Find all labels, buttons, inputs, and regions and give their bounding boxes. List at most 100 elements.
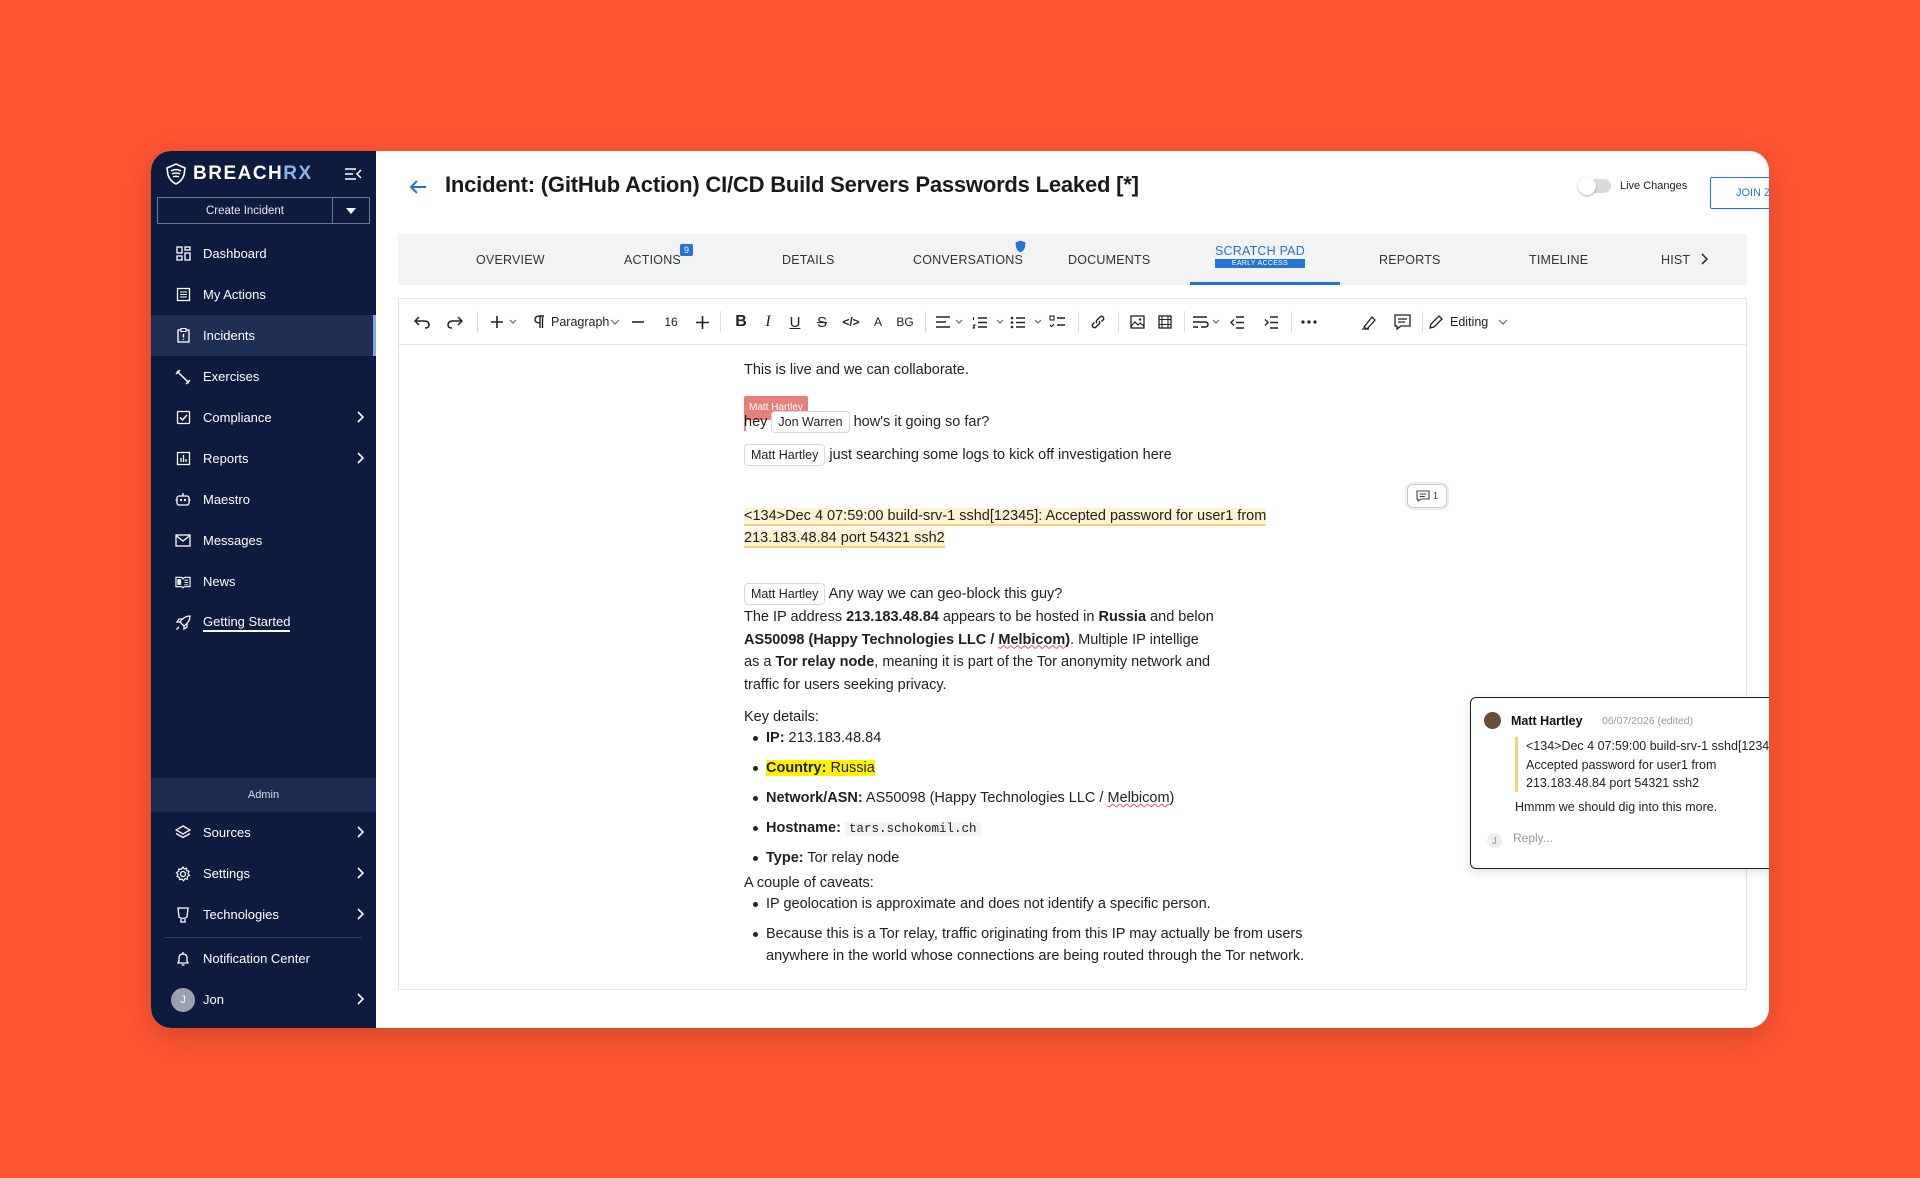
nav-getting-started[interactable]: Getting Started	[151, 602, 376, 643]
text-color-button[interactable]: A	[870, 311, 886, 333]
numbered-list-button[interactable]	[971, 311, 1007, 333]
caret-down-icon	[346, 207, 356, 214]
chevron-down-icon[interactable]	[607, 311, 623, 333]
tab-scroll-right-icon[interactable]	[1699, 253, 1709, 265]
toolbar-separator	[1078, 311, 1079, 333]
wrap-text-button[interactable]	[1190, 311, 1224, 333]
page-header: Incident: (GitHub Action) CI/CD Build Se…	[376, 151, 1769, 231]
comment-count: 1	[1432, 490, 1439, 502]
details-list: IP: 213.183.48.84 Country: Russia Networ…	[744, 723, 1344, 873]
more-horizontal-icon[interactable]	[1298, 311, 1320, 333]
nav-incidents[interactable]: Incidents	[151, 315, 376, 356]
quote-bar	[1515, 737, 1518, 792]
nav-notification-center[interactable]: Notification Center	[151, 938, 376, 979]
nav-technologies[interactable]: Technologies	[151, 894, 376, 935]
tab-history[interactable]: HIST	[1661, 253, 1690, 267]
undo-icon[interactable]	[411, 311, 433, 333]
media-icon[interactable]	[1154, 311, 1176, 333]
editing-mode-select[interactable]: Editing	[1450, 311, 1498, 333]
tab-bar: OVERVIEW ACTIONS 9 DETAILS CONVERSATIONS…	[398, 234, 1747, 285]
collapse-menu-icon[interactable]	[344, 166, 362, 182]
nav-user-profile[interactable]: J Jon	[151, 979, 376, 1020]
bulleted-list-button[interactable]	[1009, 311, 1045, 333]
create-incident-dropdown[interactable]	[333, 198, 369, 223]
list-item: IP: 213.183.48.84	[744, 723, 1344, 753]
text-span: appears to be hosted in	[938, 609, 1099, 625]
font-size-value[interactable]: 16	[661, 311, 681, 333]
comment-icon[interactable]	[1391, 311, 1413, 333]
tab-reports[interactable]: REPORTS	[1379, 253, 1441, 267]
text-span: 213.183.48.84	[846, 609, 939, 625]
chevron-right-icon	[357, 452, 365, 464]
user-mention[interactable]: Matt Hartley	[744, 583, 826, 605]
tab-scratch-pad[interactable]: SCRATCH PAD EARLY ACCESS	[1215, 244, 1305, 268]
doc-line: This is live and we can collaborate.	[744, 362, 969, 378]
insert-block-button[interactable]	[488, 311, 522, 333]
highlight-pen-icon[interactable]	[1358, 311, 1380, 333]
nav-sources[interactable]: Sources	[151, 812, 376, 853]
nav-maestro[interactable]: Maestro	[151, 479, 376, 520]
create-incident-button[interactable]: Create Incident	[158, 198, 333, 223]
code-button[interactable]: </>	[839, 311, 863, 333]
tab-documents[interactable]: DOCUMENTS	[1068, 253, 1150, 267]
text-span: Russia	[826, 760, 875, 776]
chevron-right-icon	[357, 908, 365, 920]
text-span: Tor relay node	[775, 654, 875, 670]
commented-text[interactable]: <134>Dec 4 07:59:00 build-srv-1 sshd[123…	[744, 505, 1267, 549]
comment-count-bubble[interactable]: 1	[1407, 484, 1447, 508]
nav-compliance[interactable]: Compliance	[151, 397, 376, 438]
text-span: Melbicom	[998, 631, 1066, 648]
shield-badge-icon	[1015, 240, 1026, 253]
tab-timeline[interactable]: TIMELINE	[1529, 253, 1588, 267]
nav-settings[interactable]: Settings	[151, 853, 376, 894]
scratch-pad-editor: Paragraph 16 B I U S </> A BG Editing Th…	[398, 298, 1747, 990]
toolbar-separator	[1118, 311, 1119, 333]
redo-icon[interactable]	[444, 311, 466, 333]
bold-button[interactable]: B	[731, 311, 751, 333]
indent-icon[interactable]	[1260, 311, 1282, 333]
strikethrough-button[interactable]: S	[812, 311, 832, 333]
text-span: Any way we can geo-block this guy?	[828, 586, 1063, 602]
reply-input[interactable]: Reply...	[1513, 831, 1769, 849]
user-name: Jon	[203, 992, 224, 1007]
join-zoom-button[interactable]: JOIN ZOOM	[1710, 177, 1769, 209]
back-arrow-icon[interactable]	[409, 179, 427, 195]
checklist-button[interactable]	[1046, 311, 1068, 333]
tech-icon	[175, 906, 191, 923]
outdent-icon[interactable]	[1226, 311, 1248, 333]
underline-button[interactable]: U	[785, 311, 805, 333]
tab-overview[interactable]: OVERVIEW	[476, 253, 545, 267]
user-mention[interactable]: Matt Hartley	[744, 444, 826, 466]
tab-label: SCRATCH PAD	[1215, 244, 1305, 258]
nav-dashboard[interactable]: Dashboard	[151, 233, 376, 274]
nav-messages[interactable]: Messages	[151, 520, 376, 561]
main-nav: Dashboard My Actions Incidents Exercises…	[151, 233, 376, 643]
avatar	[1484, 712, 1501, 729]
tab-conversations[interactable]: CONVERSATIONS	[913, 253, 1023, 267]
nav-reports[interactable]: Reports	[151, 438, 376, 479]
incident-icon	[175, 328, 191, 344]
nav-news[interactable]: News	[151, 561, 376, 602]
text-span: Melbicom	[1107, 790, 1170, 806]
increase-font-icon[interactable]	[693, 311, 711, 333]
live-changes-toggle[interactable]	[1578, 177, 1611, 195]
image-icon[interactable]	[1126, 311, 1148, 333]
logo-row: BREACHRX	[151, 151, 376, 197]
nav-my-actions[interactable]: My Actions	[151, 274, 376, 315]
align-button[interactable]	[934, 311, 966, 333]
background-color-button[interactable]: BG	[893, 311, 917, 333]
text-span: 213.183.48.84	[784, 730, 882, 746]
tab-details[interactable]: DETAILS	[782, 253, 835, 267]
link-icon[interactable]	[1087, 311, 1109, 333]
user-mention[interactable]: Jon Warren	[771, 411, 850, 433]
italic-button[interactable]: I	[758, 311, 778, 333]
pencil-icon	[1427, 311, 1445, 333]
chevron-down-icon[interactable]	[1497, 311, 1509, 333]
create-incident-group: Create Incident	[157, 197, 370, 224]
decrease-font-icon[interactable]	[629, 311, 647, 333]
nav-exercises[interactable]: Exercises	[151, 356, 376, 397]
avatar: J	[171, 987, 195, 1012]
toggle-knob	[1578, 177, 1596, 195]
tab-actions[interactable]: ACTIONS	[624, 253, 681, 267]
text-span: The IP address	[744, 609, 847, 625]
